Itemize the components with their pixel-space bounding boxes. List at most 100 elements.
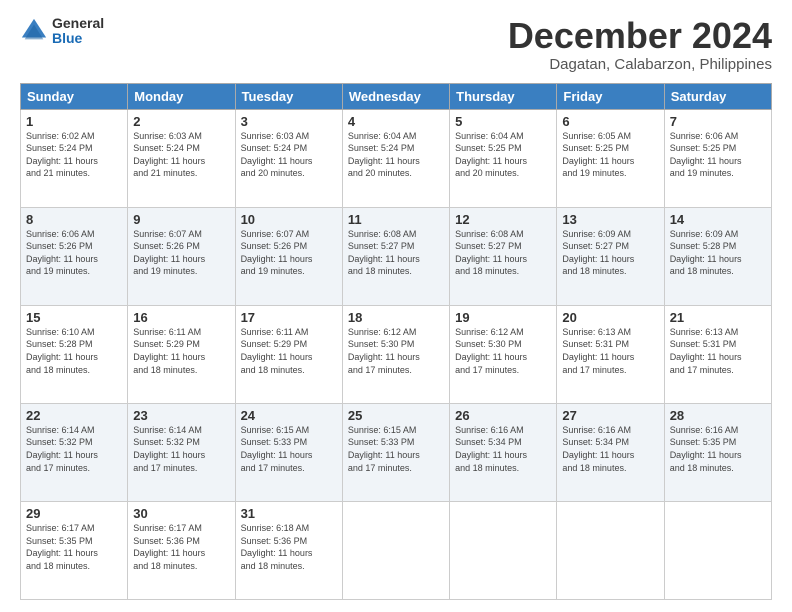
day-info: Sunrise: 6:06 AM Sunset: 5:25 PM Dayligh… (670, 130, 766, 180)
day-number: 26 (455, 408, 551, 423)
day-info: Sunrise: 6:16 AM Sunset: 5:34 PM Dayligh… (562, 424, 658, 474)
location-subtitle: Dagatan, Calabarzon, Philippines (508, 56, 772, 73)
col-thursday: Thursday (450, 83, 557, 109)
table-row: 17Sunrise: 6:11 AM Sunset: 5:29 PM Dayli… (235, 305, 342, 403)
header: General Blue December 2024 Dagatan, Cala… (20, 16, 772, 73)
day-number: 2 (133, 114, 229, 129)
day-number: 3 (241, 114, 337, 129)
table-row: 9Sunrise: 6:07 AM Sunset: 5:26 PM Daylig… (128, 207, 235, 305)
day-info: Sunrise: 6:06 AM Sunset: 5:26 PM Dayligh… (26, 228, 122, 278)
day-info: Sunrise: 6:13 AM Sunset: 5:31 PM Dayligh… (670, 326, 766, 376)
table-row: 2Sunrise: 6:03 AM Sunset: 5:24 PM Daylig… (128, 109, 235, 207)
day-info: Sunrise: 6:12 AM Sunset: 5:30 PM Dayligh… (348, 326, 444, 376)
calendar-header-row: Sunday Monday Tuesday Wednesday Thursday… (21, 83, 772, 109)
table-row (664, 501, 771, 599)
calendar-week-row: 15Sunrise: 6:10 AM Sunset: 5:28 PM Dayli… (21, 305, 772, 403)
day-info: Sunrise: 6:08 AM Sunset: 5:27 PM Dayligh… (348, 228, 444, 278)
col-sunday: Sunday (21, 83, 128, 109)
table-row: 6Sunrise: 6:05 AM Sunset: 5:25 PM Daylig… (557, 109, 664, 207)
table-row: 10Sunrise: 6:07 AM Sunset: 5:26 PM Dayli… (235, 207, 342, 305)
calendar-table: Sunday Monday Tuesday Wednesday Thursday… (20, 83, 772, 600)
day-info: Sunrise: 6:09 AM Sunset: 5:27 PM Dayligh… (562, 228, 658, 278)
logo: General Blue (20, 16, 104, 47)
calendar-week-row: 22Sunrise: 6:14 AM Sunset: 5:32 PM Dayli… (21, 403, 772, 501)
table-row: 31Sunrise: 6:18 AM Sunset: 5:36 PM Dayli… (235, 501, 342, 599)
day-info: Sunrise: 6:11 AM Sunset: 5:29 PM Dayligh… (133, 326, 229, 376)
table-row: 23Sunrise: 6:14 AM Sunset: 5:32 PM Dayli… (128, 403, 235, 501)
table-row: 29Sunrise: 6:17 AM Sunset: 5:35 PM Dayli… (21, 501, 128, 599)
table-row: 4Sunrise: 6:04 AM Sunset: 5:24 PM Daylig… (342, 109, 449, 207)
day-info: Sunrise: 6:14 AM Sunset: 5:32 PM Dayligh… (133, 424, 229, 474)
calendar-week-row: 29Sunrise: 6:17 AM Sunset: 5:35 PM Dayli… (21, 501, 772, 599)
day-number: 9 (133, 212, 229, 227)
day-number: 23 (133, 408, 229, 423)
day-number: 28 (670, 408, 766, 423)
day-number: 13 (562, 212, 658, 227)
table-row: 1Sunrise: 6:02 AM Sunset: 5:24 PM Daylig… (21, 109, 128, 207)
col-monday: Monday (128, 83, 235, 109)
table-row: 7Sunrise: 6:06 AM Sunset: 5:25 PM Daylig… (664, 109, 771, 207)
day-info: Sunrise: 6:08 AM Sunset: 5:27 PM Dayligh… (455, 228, 551, 278)
day-number: 8 (26, 212, 122, 227)
logo-blue-text: Blue (52, 31, 104, 46)
day-number: 18 (348, 310, 444, 325)
table-row: 22Sunrise: 6:14 AM Sunset: 5:32 PM Dayli… (21, 403, 128, 501)
day-info: Sunrise: 6:07 AM Sunset: 5:26 PM Dayligh… (133, 228, 229, 278)
table-row: 15Sunrise: 6:10 AM Sunset: 5:28 PM Dayli… (21, 305, 128, 403)
day-info: Sunrise: 6:17 AM Sunset: 5:35 PM Dayligh… (26, 522, 122, 572)
table-row: 3Sunrise: 6:03 AM Sunset: 5:24 PM Daylig… (235, 109, 342, 207)
day-info: Sunrise: 6:16 AM Sunset: 5:34 PM Dayligh… (455, 424, 551, 474)
day-number: 12 (455, 212, 551, 227)
day-info: Sunrise: 6:02 AM Sunset: 5:24 PM Dayligh… (26, 130, 122, 180)
day-number: 5 (455, 114, 551, 129)
logo-text: General Blue (52, 16, 104, 47)
day-info: Sunrise: 6:11 AM Sunset: 5:29 PM Dayligh… (241, 326, 337, 376)
day-info: Sunrise: 6:03 AM Sunset: 5:24 PM Dayligh… (133, 130, 229, 180)
day-info: Sunrise: 6:05 AM Sunset: 5:25 PM Dayligh… (562, 130, 658, 180)
day-number: 7 (670, 114, 766, 129)
day-info: Sunrise: 6:04 AM Sunset: 5:25 PM Dayligh… (455, 130, 551, 180)
table-row: 28Sunrise: 6:16 AM Sunset: 5:35 PM Dayli… (664, 403, 771, 501)
table-row: 21Sunrise: 6:13 AM Sunset: 5:31 PM Dayli… (664, 305, 771, 403)
title-area: December 2024 Dagatan, Calabarzon, Phili… (508, 16, 772, 73)
table-row: 11Sunrise: 6:08 AM Sunset: 5:27 PM Dayli… (342, 207, 449, 305)
day-info: Sunrise: 6:10 AM Sunset: 5:28 PM Dayligh… (26, 326, 122, 376)
day-number: 24 (241, 408, 337, 423)
day-info: Sunrise: 6:14 AM Sunset: 5:32 PM Dayligh… (26, 424, 122, 474)
day-number: 1 (26, 114, 122, 129)
day-number: 11 (348, 212, 444, 227)
day-number: 31 (241, 506, 337, 521)
table-row: 25Sunrise: 6:15 AM Sunset: 5:33 PM Dayli… (342, 403, 449, 501)
page: General Blue December 2024 Dagatan, Cala… (0, 0, 792, 612)
table-row: 12Sunrise: 6:08 AM Sunset: 5:27 PM Dayli… (450, 207, 557, 305)
day-number: 19 (455, 310, 551, 325)
day-number: 20 (562, 310, 658, 325)
day-info: Sunrise: 6:18 AM Sunset: 5:36 PM Dayligh… (241, 522, 337, 572)
table-row: 30Sunrise: 6:17 AM Sunset: 5:36 PM Dayli… (128, 501, 235, 599)
col-tuesday: Tuesday (235, 83, 342, 109)
day-info: Sunrise: 6:15 AM Sunset: 5:33 PM Dayligh… (241, 424, 337, 474)
logo-icon (20, 17, 48, 45)
table-row: 20Sunrise: 6:13 AM Sunset: 5:31 PM Dayli… (557, 305, 664, 403)
day-number: 25 (348, 408, 444, 423)
table-row (557, 501, 664, 599)
table-row: 18Sunrise: 6:12 AM Sunset: 5:30 PM Dayli… (342, 305, 449, 403)
table-row: 26Sunrise: 6:16 AM Sunset: 5:34 PM Dayli… (450, 403, 557, 501)
table-row: 16Sunrise: 6:11 AM Sunset: 5:29 PM Dayli… (128, 305, 235, 403)
month-title: December 2024 (508, 16, 772, 56)
col-wednesday: Wednesday (342, 83, 449, 109)
day-number: 14 (670, 212, 766, 227)
logo-general-text: General (52, 16, 104, 31)
day-number: 6 (562, 114, 658, 129)
day-number: 4 (348, 114, 444, 129)
day-info: Sunrise: 6:07 AM Sunset: 5:26 PM Dayligh… (241, 228, 337, 278)
day-info: Sunrise: 6:09 AM Sunset: 5:28 PM Dayligh… (670, 228, 766, 278)
col-saturday: Saturday (664, 83, 771, 109)
table-row: 8Sunrise: 6:06 AM Sunset: 5:26 PM Daylig… (21, 207, 128, 305)
day-number: 15 (26, 310, 122, 325)
table-row (450, 501, 557, 599)
day-info: Sunrise: 6:17 AM Sunset: 5:36 PM Dayligh… (133, 522, 229, 572)
day-number: 22 (26, 408, 122, 423)
day-info: Sunrise: 6:12 AM Sunset: 5:30 PM Dayligh… (455, 326, 551, 376)
day-number: 17 (241, 310, 337, 325)
